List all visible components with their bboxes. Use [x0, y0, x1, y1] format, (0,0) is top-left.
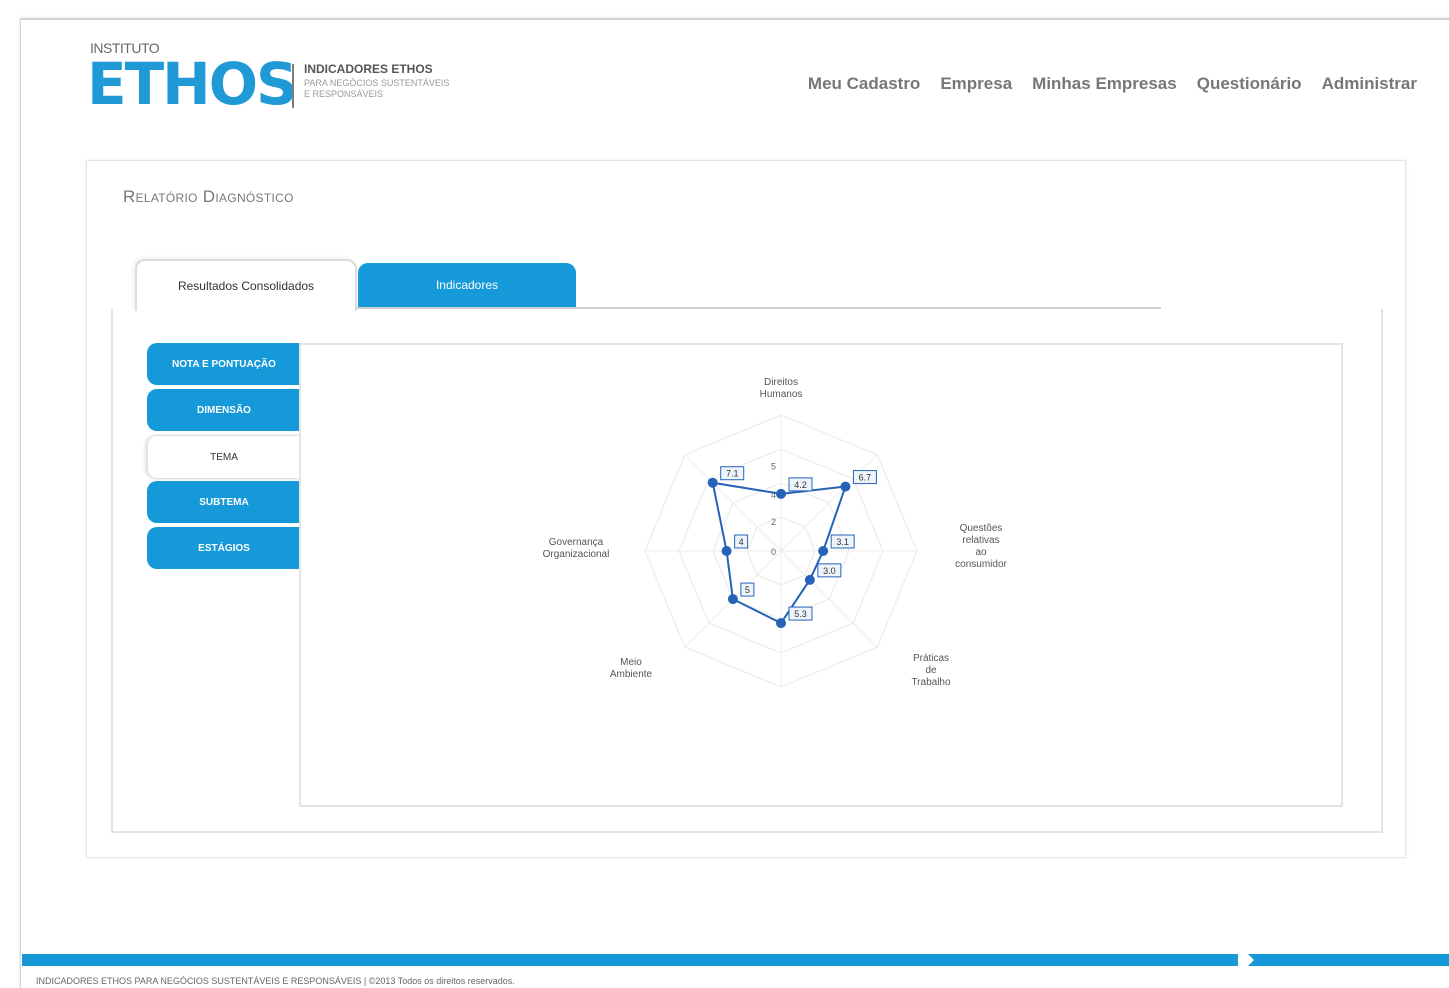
radar-data-point — [707, 477, 718, 488]
ethos-logo[interactable]: INSTITUTO ETHOS INDICADORES ETHOS PARA N… — [87, 40, 510, 120]
logo-separator — [292, 64, 294, 108]
radar-tick-label: 0 — [771, 547, 776, 557]
logo-subtitle-line-1: PARA NEGÓCIOS SUSTENTÁVEIS — [304, 78, 450, 88]
radar-data-point — [804, 574, 815, 585]
radar-value-label: 3.0 — [823, 566, 836, 576]
logo-ethos: ETHOS — [87, 50, 298, 118]
radar-category-label: Organizacional — [543, 549, 610, 560]
nav-administrar[interactable]: Administrar — [1322, 74, 1417, 94]
logo-subtitle-line-2: E RESPONSÁVEIS — [304, 89, 384, 99]
radar-data-point — [776, 488, 786, 499]
radar-category-label: ao — [975, 547, 987, 558]
tab-indicadores[interactable]: Indicadores — [358, 263, 576, 307]
radar-data-point — [727, 594, 738, 605]
radar-category-label: Ambiente — [610, 669, 653, 680]
radar-category-label: relativas — [962, 535, 999, 546]
page-title: Relatório Diagnóstico — [123, 187, 294, 206]
main-nav: Meu Cadastro Empresa Minhas Empresas Que… — [808, 74, 1417, 94]
footer-bar-right — [1248, 954, 1449, 966]
radar-category-label: Questões — [960, 523, 1003, 534]
radar-value-label: 5 — [745, 585, 750, 595]
radar-tick-label: 2 — [771, 517, 776, 527]
logo-subtitle: INDICADORES ETHOS — [304, 62, 433, 76]
radar-tick-label: 5 — [771, 461, 776, 471]
nav-meu-cadastro[interactable]: Meu Cadastro — [808, 74, 920, 94]
radar-value-label: 4 — [739, 537, 744, 547]
radar-chart-frame: 0 2 4 5 4.2 6.7 3.1 3.0 5.3 5 4 7.1 Direitos Humanos Q… — [299, 343, 1343, 807]
radar-category-label: Humanos — [760, 389, 803, 400]
radar-data-point — [840, 481, 851, 492]
side-item-dimensao[interactable]: DIMENSÃO — [147, 389, 301, 431]
nav-empresa[interactable]: Empresa — [940, 74, 1012, 94]
nav-questionario[interactable]: Questionário — [1197, 74, 1302, 94]
radar-data-point — [776, 618, 786, 629]
radar-category-label: Meio — [620, 657, 642, 668]
side-item-estagios[interactable]: ESTÁGIOS — [147, 527, 301, 569]
radar-value-label: 6.7 — [859, 473, 872, 483]
radar-category-label: Trabalho — [911, 677, 951, 688]
report-panel: Relatório Diagnóstico Resultados Consoli… — [86, 160, 1406, 858]
radar-category-label: Direitos — [764, 377, 798, 388]
radar-category-label: de — [925, 665, 937, 676]
radar-category-label: Governança — [549, 537, 604, 548]
side-item-tema[interactable]: TEMA — [147, 435, 300, 479]
radar-value-label: 7.1 — [726, 469, 739, 479]
radar-data-point — [818, 546, 829, 556]
radar-category-label: Práticas — [913, 653, 949, 664]
nav-minhas-empresas[interactable]: Minhas Empresas — [1032, 74, 1177, 94]
radar-chart: 02454.26.73.13.05.3547.1DireitosHumanosQ… — [543, 377, 1008, 688]
radar-value-label: 5.3 — [794, 609, 807, 619]
radar-data-point — [721, 546, 732, 556]
radar-category-label: consumidor — [955, 559, 1007, 570]
tab-resultados-consolidados[interactable]: Resultados Consolidados — [135, 259, 357, 311]
radar-value-label: 4.2 — [794, 480, 807, 490]
footer-text: INDICADORES ETHOS PARA NEGÓCIOS SUSTENTÁ… — [36, 976, 515, 986]
radar-value-label: 3.1 — [836, 537, 849, 547]
side-item-subtema[interactable]: SUBTEMA — [147, 481, 301, 523]
side-item-nota-pontuacao[interactable]: NOTA E PONTUAÇÃO — [147, 343, 301, 385]
footer-bar — [22, 954, 1238, 966]
